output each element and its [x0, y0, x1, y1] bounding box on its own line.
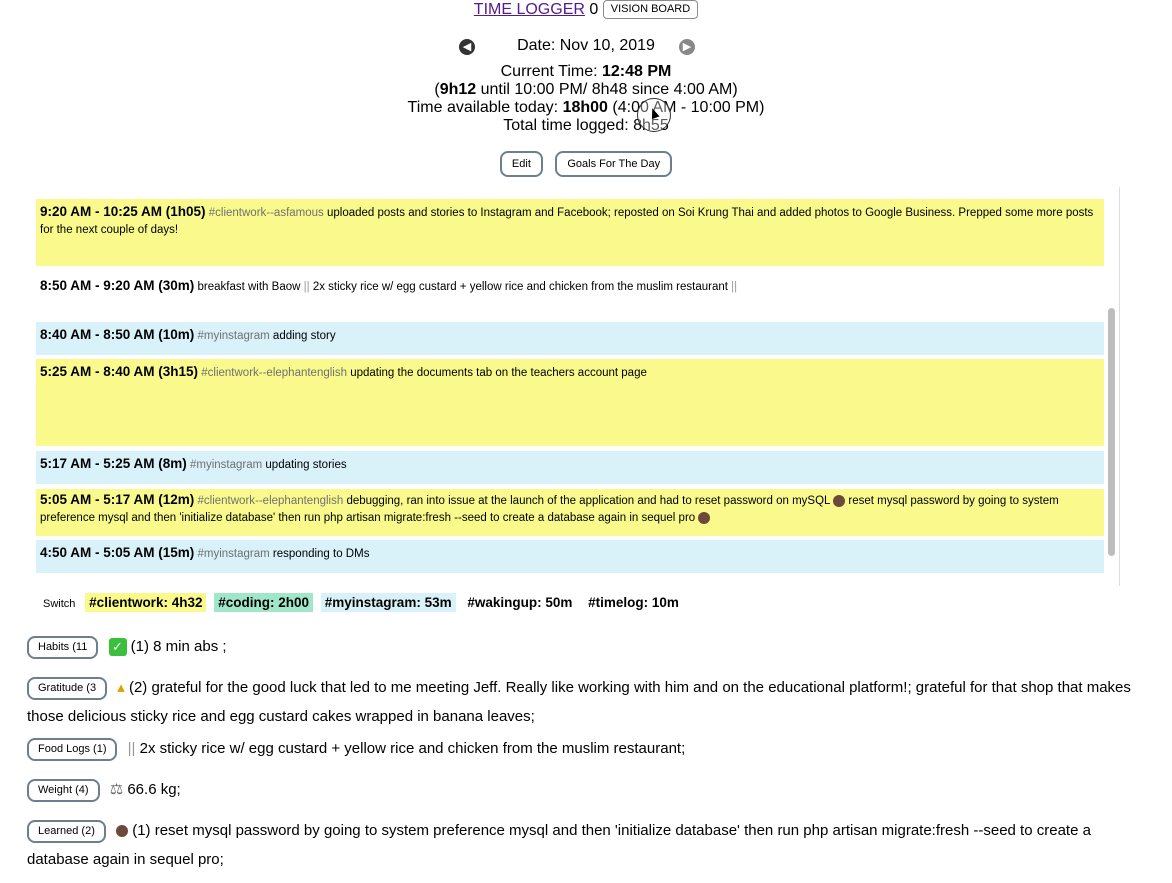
tag-chip[interactable]: #wakingup: 50m — [463, 593, 576, 612]
app-title-link[interactable]: TIME LOGGER — [474, 1, 585, 18]
vision-board-button[interactable]: VISION BOARD — [602, 0, 699, 20]
tag-chip[interactable]: #timelog: 10m — [584, 593, 683, 612]
tag-summary-bar: Switch #clientwork: 4h32 #coding: 2h00 #… — [43, 593, 687, 612]
food-logs-section: Food Logs (1) || 2x sticky rice w/ egg c… — [27, 734, 1137, 763]
remaining-line: (9h12 until 10:00 PM/ 8h48 since 4:00 AM… — [434, 81, 738, 98]
current-time-value: 12:48 PM — [601, 63, 672, 80]
person-icon — [698, 511, 711, 524]
log-scrollbar[interactable] — [1108, 308, 1115, 556]
tag-chip[interactable]: #myinstagram: 53m — [320, 593, 456, 612]
time-info: Current Time: 12:48 PM (9h12 until 10:00… — [0, 63, 1172, 135]
log-entry[interactable]: 5:17 AM - 5:25 AM (8m) #myinstagram upda… — [36, 451, 1104, 484]
scale-icon: ⚖ — [109, 781, 124, 798]
log-entry[interactable]: 5:25 AM - 8:40 AM (3h15) #clientwork--el… — [36, 359, 1104, 446]
prev-day-icon[interactable]: ◀ — [459, 39, 475, 55]
remaining-value: 9h12 — [439, 81, 477, 98]
top-bar: TIME LOGGER 0 VISION BOARD — [0, 0, 1172, 20]
praying-hands-icon: ▴ — [117, 679, 125, 696]
action-buttons: Edit Goals For The Day — [0, 151, 1172, 177]
learned-button[interactable]: Learned (2) — [27, 819, 106, 843]
available-line: Time available today: 18h00 (4:00 AM - 1… — [407, 99, 765, 116]
gratitude-section: Gratitude (3 ▴ (2) grateful for the good… — [27, 673, 1137, 731]
next-day-icon[interactable]: ▶ — [679, 39, 695, 55]
total-logged-line: Total time logged: 8h55 — [503, 117, 669, 134]
habits-button[interactable]: Habits (11 — [27, 635, 99, 659]
habits-section: Habits (11 ✓ (1) 8 min abs ; — [27, 632, 1137, 661]
log-entry[interactable]: 9:20 AM - 10:25 AM (1h05) #clientwork--a… — [36, 199, 1104, 266]
weight-button[interactable]: Weight (4) — [27, 778, 100, 802]
weight-section: Weight (4) ⚖ 66.6 kg; — [27, 775, 1137, 804]
date-label: Date: Nov 10, 2019 — [517, 37, 655, 54]
edit-button[interactable]: Edit — [499, 151, 543, 177]
log-list[interactable]: 9:20 AM - 10:25 AM (1h05) #clientwork--a… — [36, 187, 1120, 586]
available-value: 18h00 — [562, 99, 608, 116]
person-icon — [116, 825, 129, 838]
tag-chip[interactable]: #clientwork: 4h32 — [85, 593, 207, 612]
fork-knife-icon: || — [731, 281, 738, 293]
person-icon — [833, 494, 846, 507]
daily-sections: Habits (11 ✓ (1) 8 min abs ; Gratitude (… — [27, 632, 1137, 874]
log-entry[interactable]: 8:40 AM - 8:50 AM (10m) #myinstagram add… — [36, 322, 1104, 355]
count: 0 — [589, 1, 599, 18]
fork-knife-icon: || — [127, 740, 136, 757]
log-entry[interactable]: 8:50 AM - 9:20 AM (30m) breakfast with B… — [36, 273, 1104, 313]
log-entry[interactable]: 4:50 AM - 5:05 AM (15m) #myinstagram res… — [36, 540, 1104, 573]
food-logs-button[interactable]: Food Logs (1) — [27, 737, 118, 761]
tag-chip[interactable]: #coding: 2h00 — [214, 593, 314, 612]
goals-button[interactable]: Goals For The Day — [555, 151, 673, 177]
log-entry[interactable]: 5:05 AM - 5:17 AM (12m) #clientwork--ele… — [36, 489, 1104, 536]
fork-knife-icon: || — [303, 281, 310, 293]
current-time-line: Current Time: 12:48 PM — [500, 63, 672, 80]
switch-button[interactable]: Switch — [43, 598, 75, 610]
gratitude-button[interactable]: Gratitude (3 — [27, 676, 108, 700]
date-nav: ◀ Date: Nov 10, 2019 ▶ — [0, 37, 1172, 55]
learned-section: Learned (2) (1) reset mysql password by … — [27, 816, 1137, 874]
check-icon: ✓ — [108, 638, 127, 657]
